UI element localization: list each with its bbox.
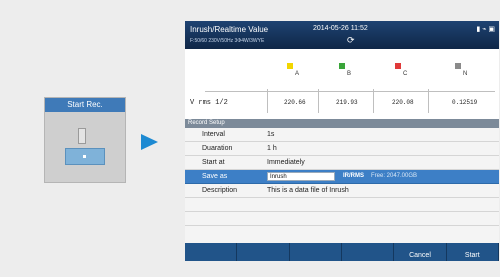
- switch-handle: [78, 128, 86, 144]
- softkey-3[interactable]: [290, 243, 342, 261]
- usb-icon: ⌁: [482, 26, 487, 33]
- battery-icon: ▮: [476, 26, 481, 33]
- refresh-icon: ⟳: [347, 35, 355, 45]
- memory-socket: [65, 148, 105, 165]
- cancel-button[interactable]: Cancel: [394, 243, 447, 261]
- save-as-row[interactable]: Save as Inrush IR/RMS Free: 2047.00GB: [185, 170, 499, 184]
- softkey-2[interactable]: [237, 243, 290, 261]
- empty-row: [185, 226, 499, 239]
- datetime: 2014-05-26 11:52: [313, 25, 368, 32]
- phase-a-value: 220.66: [284, 99, 306, 106]
- softkey-bar: Cancel Start: [185, 243, 499, 261]
- start-button[interactable]: Start: [447, 243, 499, 261]
- canvas: Start Rec. Inrush/Realtime Value 2014-05…: [0, 0, 500, 277]
- duration-label: Duaration: [202, 145, 233, 152]
- free-space: Free: 2047.00GB: [371, 173, 418, 179]
- record-setup-dialog: Record Setup Interval 1s Duaration 1 h S…: [185, 119, 499, 261]
- softkey-1[interactable]: [185, 243, 238, 261]
- empty-row: [185, 198, 499, 212]
- socket-indicator: [83, 155, 86, 158]
- status-icons: ▮ ⌁ ▣: [476, 25, 495, 33]
- phase-c-color-swatch: [395, 63, 401, 69]
- phase-b-color-swatch: [339, 63, 345, 69]
- column-divider: [267, 89, 268, 113]
- title-bar: Inrush/Realtime Value 2014-05-26 11:52 F…: [185, 21, 499, 49]
- phase-a-header: A: [295, 71, 300, 77]
- instrument-screen: Inrush/Realtime Value 2014-05-26 11:52 F…: [185, 21, 499, 261]
- interval-value[interactable]: 1s: [267, 131, 274, 138]
- lock-icon: ▣: [488, 26, 495, 33]
- interval-label: Interval: [202, 131, 225, 138]
- phase-b-value: 219.93: [336, 99, 358, 106]
- save-as-label: Save as: [202, 173, 228, 180]
- dialog-title: Record Setup: [185, 119, 499, 128]
- start-at-label: Start at: [202, 159, 225, 166]
- measurement-table: A 220.66 B 219.93 C 220.08 N 0.12519 V rms 1/2: [185, 49, 499, 119]
- connection-info: F:50/60 230V/50Hz 3Φ4W/3WYE: [190, 38, 265, 44]
- start-rec-button[interactable]: Start Rec.: [45, 98, 125, 112]
- screen-title: Inrush/Realtime Value: [190, 25, 269, 34]
- phase-n-value: 0.12519: [452, 99, 478, 106]
- phase-c-header: C: [403, 71, 408, 77]
- interval-row[interactable]: Interval 1s: [185, 128, 499, 142]
- start-at-row[interactable]: Start at Immediately: [185, 156, 499, 170]
- description-value[interactable]: This is a data file of Inrush: [267, 187, 349, 194]
- phase-a-color-swatch: [287, 63, 293, 69]
- instrument-panel: Start Rec.: [44, 97, 126, 183]
- row-label: V rms 1/2: [190, 99, 228, 107]
- duration-row[interactable]: Duaration 1 h: [185, 142, 499, 156]
- phase-c-value: 220.08: [392, 99, 414, 106]
- file-extension: IR/RMS: [343, 173, 364, 179]
- description-row[interactable]: Description This is a data file of Inrus…: [185, 184, 499, 198]
- empty-row: [185, 212, 499, 226]
- filename-input[interactable]: Inrush: [267, 172, 335, 181]
- table-divider: [205, 91, 495, 92]
- column-divider: [318, 89, 319, 113]
- duration-value[interactable]: 1 h: [267, 145, 277, 152]
- phase-n-header: N: [463, 71, 468, 77]
- column-divider: [428, 89, 429, 113]
- phase-n-color-swatch: [455, 63, 461, 69]
- softkey-4[interactable]: [342, 243, 395, 261]
- phase-b-header: B: [347, 71, 352, 77]
- arrow-right-icon: [141, 134, 158, 150]
- column-divider: [373, 89, 374, 113]
- description-label: Description: [202, 187, 238, 194]
- start-at-value[interactable]: Immediately: [267, 159, 305, 166]
